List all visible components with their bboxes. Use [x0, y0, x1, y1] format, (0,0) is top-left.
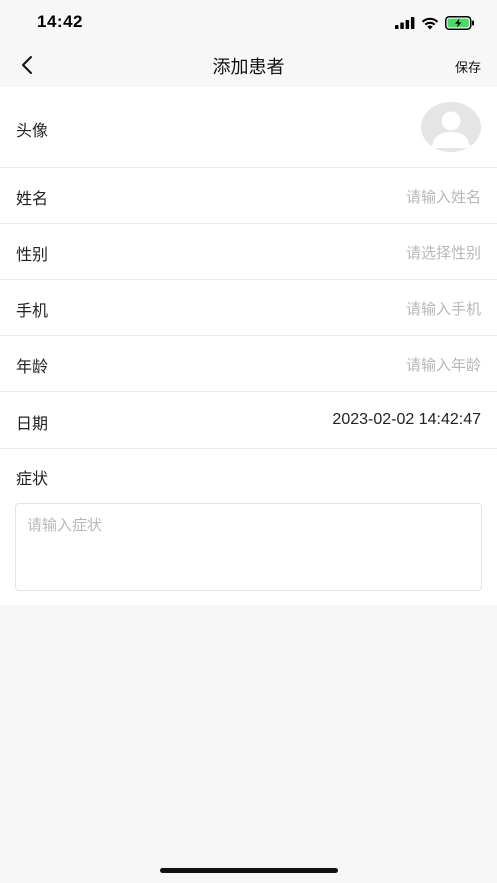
page-title: 添加患者 [212, 57, 285, 78]
avatar-row[interactable]: 头像 [0, 87, 497, 168]
status-time: 14:42 [37, 12, 83, 31]
nav-bar: 添加患者 保存 [0, 44, 497, 87]
name-input[interactable]: 请输入姓名 [406, 186, 481, 207]
user-avatar-icon[interactable] [421, 102, 481, 152]
status-icons [395, 15, 475, 31]
name-label: 姓名 [16, 189, 49, 208]
date-row[interactable]: 日期 2023-02-02 14:42:47 [0, 392, 497, 449]
save-button[interactable]: 保存 [455, 57, 481, 76]
patient-form: 头像 姓名 请输入姓名 性别 请选择性别 手机 请输入手机 年龄 请输入年龄 日… [0, 87, 497, 605]
symptom-label: 症状 [16, 469, 49, 488]
gender-row[interactable]: 性别 请选择性别 [0, 224, 497, 280]
date-label: 日期 [16, 414, 49, 433]
name-row[interactable]: 姓名 请输入姓名 [0, 168, 497, 224]
phone-row[interactable]: 手机 请输入手机 [0, 280, 497, 336]
age-row[interactable]: 年龄 请输入年龄 [0, 336, 497, 392]
home-indicator [160, 868, 338, 873]
wifi-icon [421, 17, 439, 29]
symptom-field[interactable] [15, 503, 482, 591]
phone-label: 手机 [16, 301, 49, 320]
gender-label: 性别 [16, 245, 49, 264]
age-input[interactable]: 请输入年龄 [406, 354, 481, 375]
cellular-signal-icon [395, 17, 415, 29]
age-label: 年龄 [16, 357, 49, 376]
status-bar: 14:42 [0, 0, 497, 44]
gender-select[interactable]: 请选择性别 [406, 242, 481, 263]
battery-charging-icon [445, 16, 474, 30]
symptom-textarea[interactable] [16, 504, 481, 590]
avatar-label: 头像 [16, 121, 49, 140]
date-value[interactable]: 2023-02-02 14:42:47 [332, 411, 481, 429]
phone-input[interactable]: 请输入手机 [406, 298, 481, 319]
